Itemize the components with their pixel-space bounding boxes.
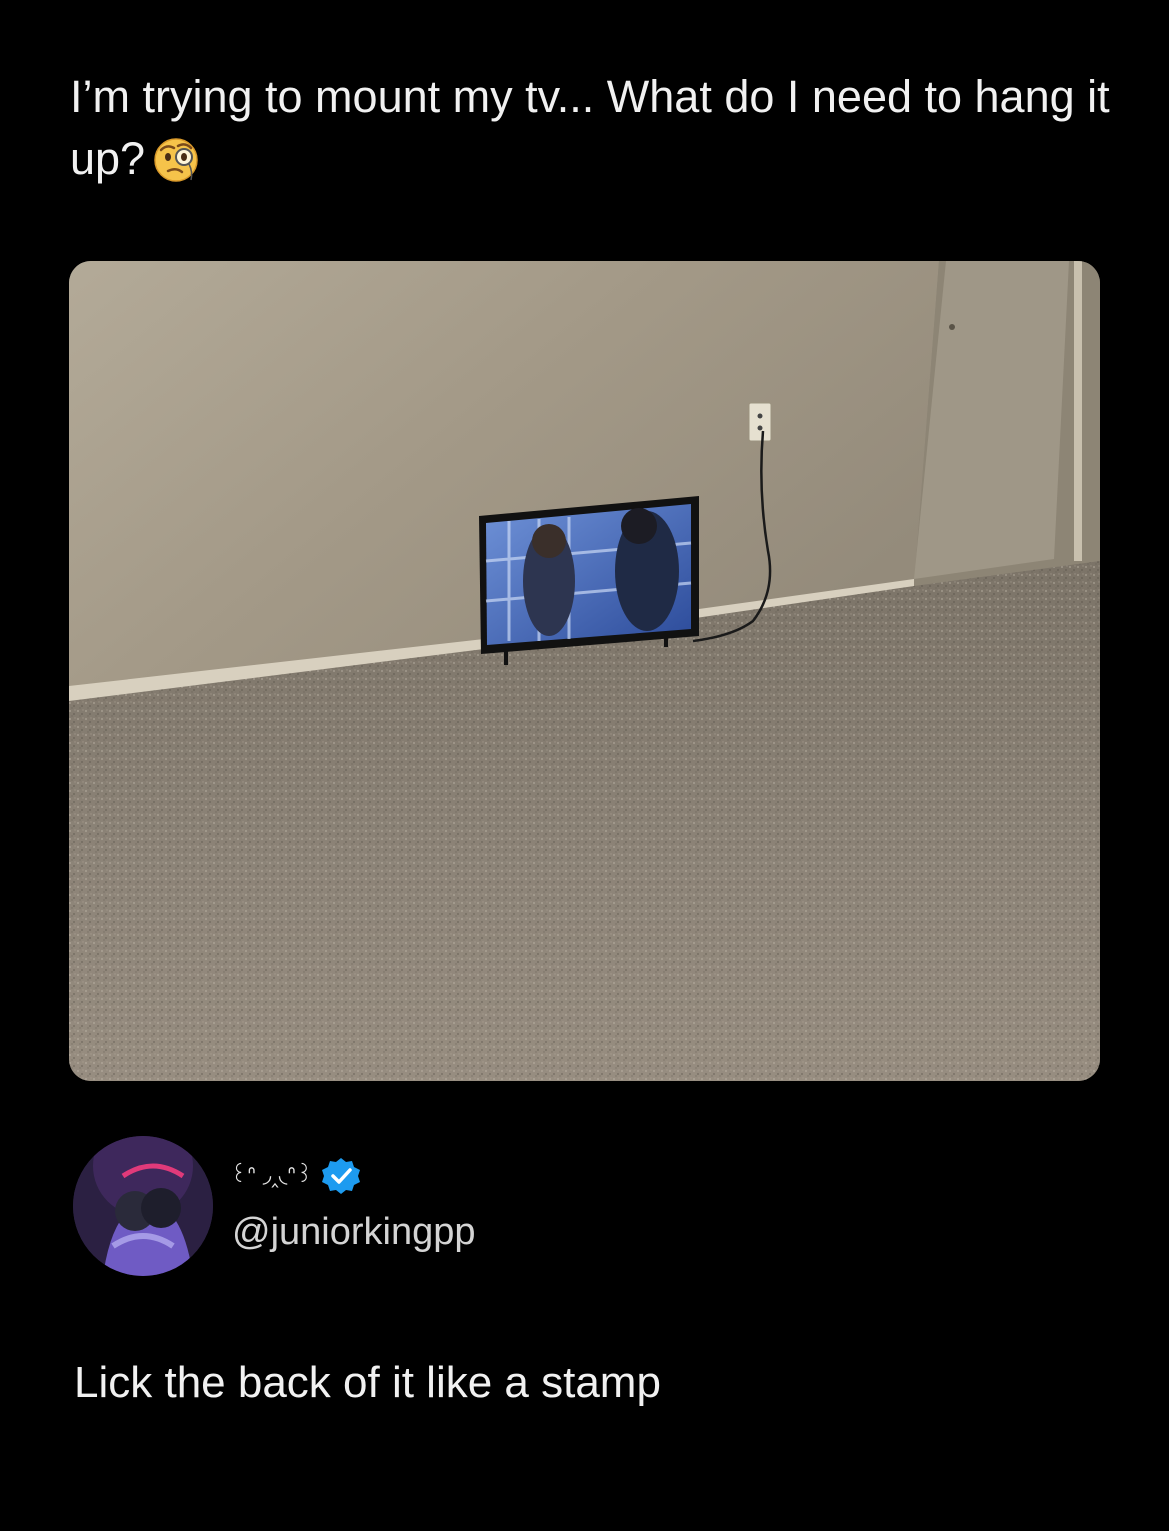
verified-badge-icon: [321, 1158, 360, 1194]
post-text: I’m trying to mount my tv... What do I n…: [70, 66, 1110, 190]
display-name[interactable]: ꒰ᐢ ◞‸◟ᐢ꒱: [230, 1165, 313, 1187]
reply-text: Lick the back of it like a stamp: [74, 1358, 661, 1407]
post-text-content: I’m trying to mount my tv... What do I n…: [70, 71, 1110, 184]
reply-handle[interactable]: @juniorkingpp: [232, 1211, 476, 1254]
avatar[interactable]: [73, 1136, 213, 1276]
tv-on-floor-photo: [69, 261, 1100, 1081]
post-media-photo[interactable]: [69, 261, 1100, 1081]
face-with-monocle-icon: [154, 138, 198, 182]
avatar-image: [73, 1136, 213, 1276]
reply[interactable]: ꒰ᐢ ◞‸◟ᐢ꒱ @juniorkingpp: [70, 1136, 1110, 1286]
reply-name-row: ꒰ᐢ ◞‸◟ᐢ꒱: [230, 1154, 361, 1198]
